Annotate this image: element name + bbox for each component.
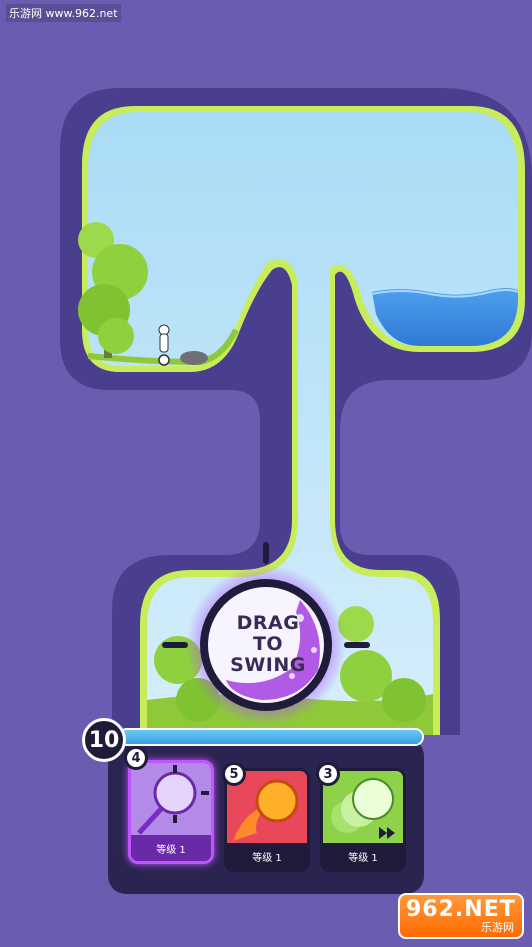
power-bar: [118, 728, 424, 746]
card-level-label: 等级 1: [227, 843, 307, 869]
prompt-line: SWING: [230, 654, 306, 676]
card-count-badge: 4: [124, 746, 148, 770]
card-count-badge: 3: [316, 762, 340, 786]
golfer-figure: [158, 324, 170, 366]
watermark-bottom: 962.NET 乐游网: [398, 893, 524, 939]
drag-to-swing-label: DRAG TO SWING: [218, 613, 318, 676]
rock: [180, 351, 208, 365]
watermark-top: 乐游网 www.962.net: [6, 4, 121, 22]
reticle-ball-icon: [137, 765, 209, 835]
card-count-badge: 5: [222, 762, 246, 786]
card-art: [131, 763, 211, 837]
power-bar-fill: [120, 730, 422, 744]
shots-remaining-badge: 10: [82, 718, 126, 762]
aim-marker-left: [162, 642, 188, 648]
card-level-label: 等级 1: [323, 843, 403, 869]
card-level-label: 等级 1: [131, 835, 211, 861]
aim-marker-right: [344, 642, 370, 648]
aim-marker-top: [263, 542, 269, 564]
card-reticle-ball[interactable]: 等级 1: [128, 760, 214, 864]
watermark-bottom-sub: 乐游网: [481, 921, 514, 934]
prompt-line: TO: [252, 633, 284, 655]
prompt-line: DRAG: [236, 612, 300, 634]
